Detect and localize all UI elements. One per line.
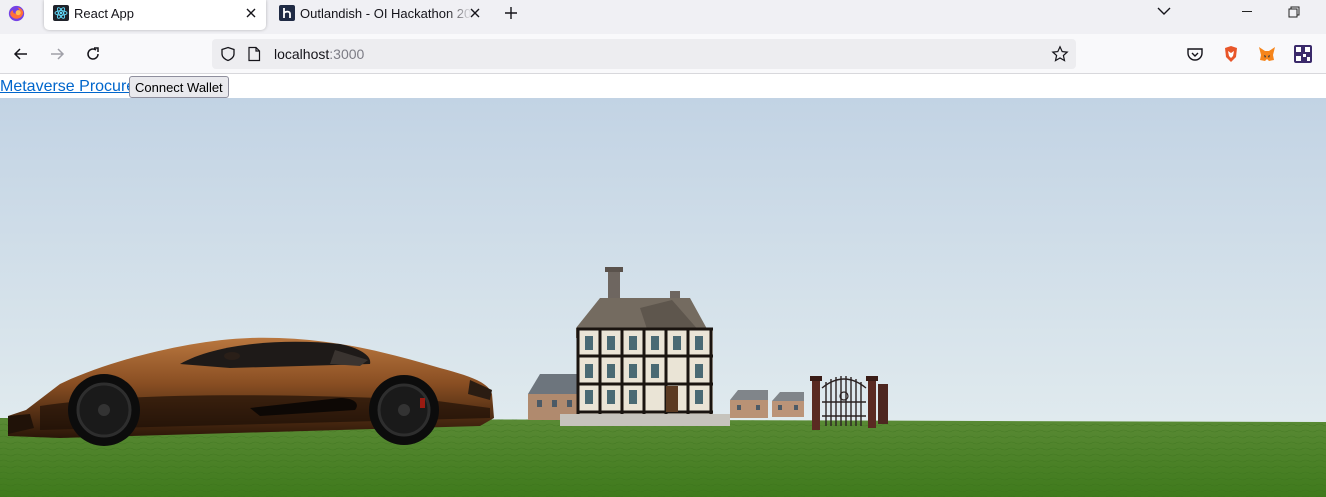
navigation-toolbar: localhost:3000: [0, 34, 1326, 74]
scene-render: [0, 98, 1326, 497]
reload-icon[interactable]: [83, 44, 103, 64]
brave-shield-icon[interactable]: [1221, 44, 1241, 64]
metamask-fox-icon[interactable]: [1257, 44, 1277, 64]
tab-outlandish-hackathon[interactable]: Outlandish - OI Hackathon 2022: [270, 0, 490, 30]
tab-title: React App: [74, 6, 134, 21]
connect-wallet-button[interactable]: Connect Wallet: [129, 76, 229, 98]
brand-link[interactable]: Metaverse Procure: [0, 78, 135, 96]
tracking-protection-shield-icon[interactable]: [220, 46, 236, 62]
bookmark-star-icon[interactable]: [1051, 45, 1069, 63]
page-info-icon[interactable]: [247, 46, 261, 62]
address-bar[interactable]: localhost:3000: [212, 39, 1076, 69]
chevron-down-icon[interactable]: [1157, 6, 1171, 16]
close-tab-icon[interactable]: [468, 6, 482, 20]
back-arrow-icon[interactable]: [11, 44, 31, 64]
restore-window-icon[interactable]: [1288, 6, 1300, 18]
pocket-icon[interactable]: [1185, 44, 1205, 64]
url-text[interactable]: localhost:3000: [274, 46, 364, 62]
minimize-window-icon[interactable]: [1242, 11, 1252, 12]
firefox-icon[interactable]: [8, 5, 25, 22]
webxr-icon[interactable]: [1293, 44, 1313, 64]
forward-arrow-icon[interactable]: [47, 44, 67, 64]
tab-title: Outlandish - OI Hackathon 2022: [300, 6, 472, 21]
metaverse-3d-canvas[interactable]: [0, 98, 1326, 497]
url-host: localhost: [274, 46, 330, 62]
distant-cottage-1: [730, 390, 768, 418]
h-icon: [279, 5, 295, 21]
tab-react-app[interactable]: React App: [44, 0, 266, 30]
close-window-icon[interactable]: [1300, 0, 1326, 30]
new-tab-icon[interactable]: [503, 5, 519, 21]
url-port: :3000: [329, 46, 365, 62]
tab-strip: React App Outlandish - OI Hackathon 2022: [0, 0, 1326, 34]
page-header: Metaverse Procure Connect Wallet: [0, 75, 1326, 98]
distant-cottage-2: [772, 392, 804, 417]
close-tab-icon[interactable]: [244, 6, 258, 20]
react-icon: [53, 5, 69, 21]
